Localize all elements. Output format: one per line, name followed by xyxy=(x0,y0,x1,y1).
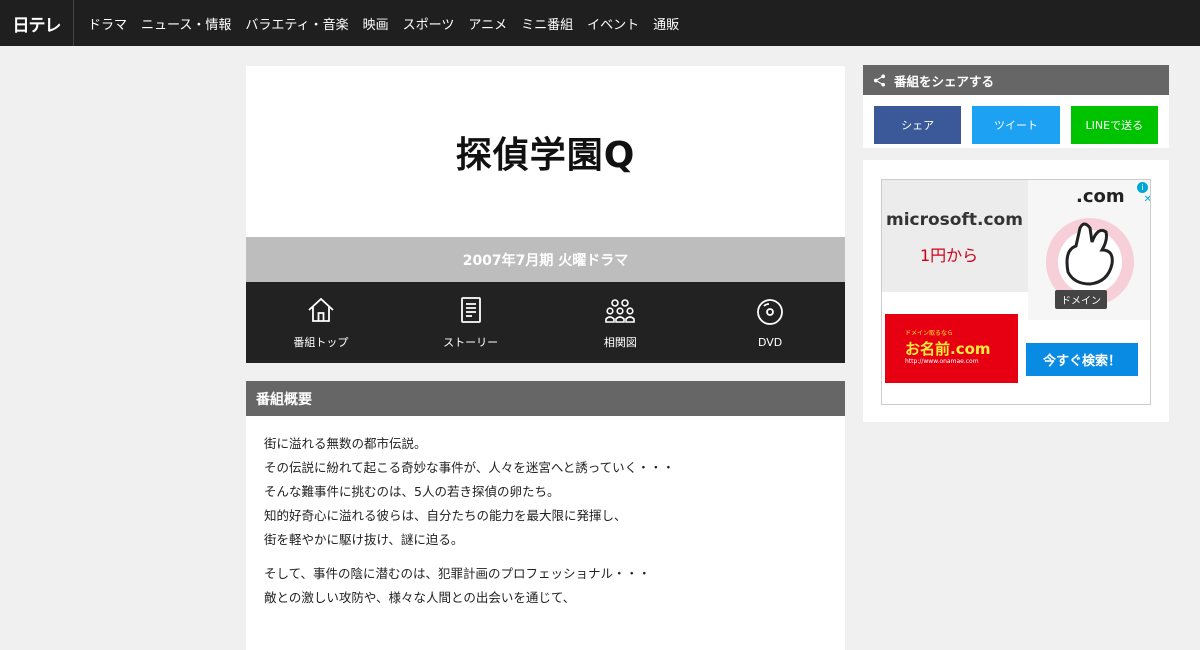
season-bar: 2007年7月期 火曜ドラマ xyxy=(246,237,845,282)
ad-brand-url: http://www.onamae.com xyxy=(905,358,979,365)
global-nav: ドラマ ニュース・情報 バラエティ・音楽 映画 スポーツ アニメ ミニ番組 イベ… xyxy=(74,0,693,46)
ad-container: microsoft.com 1円から .com i ✕ ドメイン ドメイン取るな… xyxy=(863,160,1169,422)
logo-text: 日テレ xyxy=(12,15,62,36)
ad-mascot-panel: .com i ✕ ドメイン xyxy=(1028,180,1150,320)
ad-dotcom: .com xyxy=(1076,186,1125,207)
season-label: 2007年7月期 火曜ドラマ xyxy=(462,252,629,269)
ad-brand-name: お名前.com xyxy=(905,340,991,358)
people-icon xyxy=(605,299,636,323)
overview-body: 街に溢れる無数の都市伝説。 その伝説に紛れて起こる奇妙な事件が、人々を迷宮へと誘… xyxy=(246,416,845,650)
ad-price: 1円から xyxy=(920,246,979,265)
overview-paragraph: 街に溢れる無数の都市伝説。 その伝説に紛れて起こる奇妙な事件が、人々を迷宮へと誘… xyxy=(264,432,827,552)
share-icon xyxy=(873,73,886,87)
nav-sports[interactable]: スポーツ xyxy=(403,14,455,33)
overview-paragraph: そして、事件の陰に潜むのは、犯罪計画のプロフェッショナル・・・ 敵との激しい攻防… xyxy=(264,562,827,610)
nav-drama[interactable]: ドラマ xyxy=(88,14,127,33)
overview-line: その伝説に紛れて起こる奇妙な事件が、人々を迷宮へと誘っていく・・・ xyxy=(264,460,675,475)
ad-panel xyxy=(882,180,1028,292)
main-column: 探偵学園Q 2007年7月期 火曜ドラマ 番組トップ ストーリー 相関図 DVD… xyxy=(246,66,845,650)
facebook-share-button[interactable]: シェア xyxy=(874,106,962,144)
program-nav-top-label: 番組トップ xyxy=(293,336,349,349)
program-nav-chart-label: 相関図 xyxy=(603,336,637,349)
nav-event[interactable]: イベント xyxy=(587,14,639,33)
tweet-button[interactable]: ツイート xyxy=(972,106,1060,144)
overview-line: そして、事件の陰に潜むのは、犯罪計画のプロフェッショナル・・・ xyxy=(264,566,651,581)
home-icon xyxy=(308,297,334,322)
ad-brand-small: ドメイン取るなら xyxy=(905,330,954,337)
overview-line: 街を軽やかに駆け抜け、謎に迫る。 xyxy=(264,532,464,547)
overview-line: 知的好奇心に溢れる彼らは、自分たちの能力を最大限に発揮し、 xyxy=(264,508,627,523)
ad-close-icon[interactable]: ✕ xyxy=(1144,194,1150,205)
domain-ad[interactable]: microsoft.com 1円から .com i ✕ ドメイン ドメイン取るな… xyxy=(881,179,1151,405)
ad-info-icon[interactable]: i xyxy=(1137,182,1148,193)
program-nav-story[interactable]: ストーリー xyxy=(396,282,546,363)
ad-domain-text: microsoft.com xyxy=(886,210,1023,230)
document-icon xyxy=(460,297,481,323)
share-heading-text: 番組をシェアする xyxy=(894,73,995,89)
overview-heading-text: 番組概要 xyxy=(256,391,312,408)
ad-search-button[interactable]: 今すぐ検索！ xyxy=(1026,343,1138,376)
global-header: 日テレ ドラマ ニュース・情報 バラエティ・音楽 映画 スポーツ アニメ ミニ番… xyxy=(0,0,1200,46)
program-nav-story-label: ストーリー xyxy=(443,336,499,349)
line-share-button[interactable]: LINEで送る xyxy=(1070,106,1158,144)
nav-shop[interactable]: 通販 xyxy=(653,14,679,33)
overview-heading: 番組概要 xyxy=(246,381,845,416)
ad-brand-banner: ドメイン取るなら お名前.com http://www.onamae.com xyxy=(885,314,1018,383)
program-title-card: 探偵学園Q xyxy=(246,66,845,237)
ntv-logo[interactable]: 日テレ xyxy=(0,0,74,46)
program-nav: 番組トップ ストーリー 相関図 DVD xyxy=(246,282,845,363)
overview-line: 街に溢れる無数の都市伝説。 xyxy=(264,436,427,451)
program-nav-top[interactable]: 番組トップ xyxy=(246,282,396,363)
share-buttons: シェア ツイート LINEで送る xyxy=(863,95,1169,148)
nav-variety[interactable]: バラエティ・音楽 xyxy=(245,14,348,33)
program-nav-dvd-label: DVD xyxy=(757,335,783,349)
program-nav-dvd[interactable]: DVD xyxy=(695,282,845,363)
nav-movie[interactable]: 映画 xyxy=(363,14,389,33)
ad-badge: ドメイン xyxy=(1055,290,1107,309)
overview-line: そんな難事件に挑むのは、5人の若き探偵の卵たち。 xyxy=(264,484,560,499)
program-nav-chart[interactable]: 相関図 xyxy=(546,282,696,363)
nav-mini[interactable]: ミニ番組 xyxy=(521,14,573,33)
share-heading: 番組をシェアする xyxy=(863,65,1169,95)
sidebar: 番組をシェアする シェア ツイート LINEで送る microsoft.com … xyxy=(863,65,1169,422)
nav-anime[interactable]: アニメ xyxy=(468,14,507,33)
disc-icon xyxy=(757,298,784,325)
overview-line: 敵との激しい攻防や、様々な人間との出会いを通じて、 xyxy=(264,590,576,605)
program-title: 探偵学園Q xyxy=(455,134,636,176)
nav-news[interactable]: ニュース・情報 xyxy=(141,14,231,33)
